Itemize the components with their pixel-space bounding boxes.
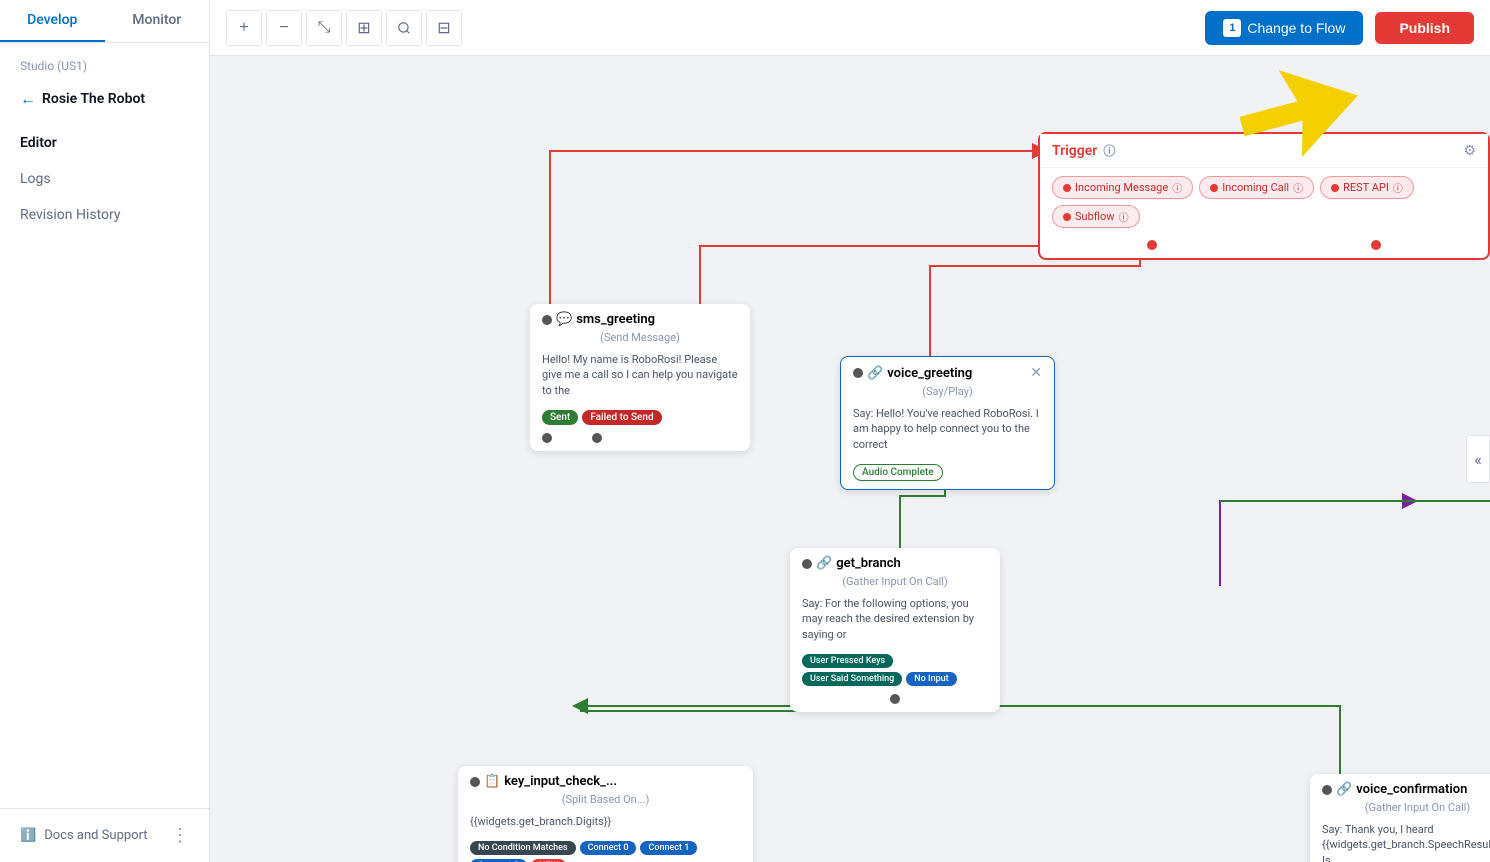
tag-sent: Sent <box>542 410 578 425</box>
voice-greeting-body: Say: Hello! You've reached RoboRosi. I a… <box>841 402 1054 460</box>
sidebar: Develop Monitor Studio (US1) ← Rosie The… <box>0 0 210 862</box>
circle-icon <box>1063 184 1071 192</box>
sidebar-footer: ℹ️ Docs and Support ⋮ <box>0 808 209 862</box>
add-button[interactable]: + <box>226 10 262 46</box>
footer-more-icon[interactable]: ⋮ <box>171 825 189 846</box>
table-button[interactable]: ⊟ <box>426 10 462 46</box>
trigger-tags: Incoming Message ⓘ Incoming Call ⓘ REST … <box>1040 168 1488 236</box>
sidebar-nav: Editor Logs Revision History <box>0 117 209 808</box>
tag-user-said-something: User Said Something <box>802 672 902 686</box>
get-branch-body: Say: For the following options, you may … <box>790 592 1000 650</box>
sms-greeting-title: sms_greeting <box>576 312 655 327</box>
change-to-flow-label: Change to Flow <box>1247 20 1345 36</box>
toolbar: + − ⤡ ⊞ ⊟ 1 Change to Flow Publish <box>210 0 1490 56</box>
voice-greeting-title: voice_greeting <box>887 366 972 381</box>
info-icon: ℹ️ <box>20 828 36 843</box>
key-input-icon: 📋 <box>484 774 500 789</box>
tag-connect-1: Connect 1 <box>640 841 697 855</box>
minus-button[interactable]: − <box>266 10 302 46</box>
trigger-node-title: Trigger ⓘ <box>1052 142 1115 159</box>
voice-greeting-icon: 🔗 <box>867 366 883 381</box>
trigger-tag-rest-api[interactable]: REST API ⓘ <box>1320 176 1414 199</box>
key-input-title: key_input_check_... <box>504 774 617 789</box>
canvas[interactable]: Trigger ⓘ ⚙ Incoming Message ⓘ Incoming … <box>210 56 1490 862</box>
voice-confirm-subtype: (Gather Input On Call) <box>1310 801 1490 818</box>
circle-icon-3 <box>1331 184 1339 192</box>
voice-greeting-subtype: (Say/Play) <box>841 385 1054 402</box>
sms-greeting-icon: 💬 <box>556 312 572 327</box>
yellow-arrow-decoration <box>1240 66 1360 160</box>
help-icon-2: ⓘ <box>1293 180 1303 195</box>
tag-audio-complete: Audio Complete <box>853 464 943 481</box>
app-container: Develop Monitor Studio (US1) ← Rosie The… <box>0 0 1490 862</box>
trigger-help-icon: ⓘ <box>1103 142 1115 159</box>
get-branch-title: get_branch <box>836 556 901 571</box>
key-input-body: {{widgets.get_branch.Digits}} <box>458 810 753 837</box>
trigger-tag-subflow[interactable]: Subflow ⓘ <box>1052 205 1140 228</box>
trigger-settings-icon[interactable]: ⚙ <box>1463 143 1476 159</box>
change-to-flow-button[interactable]: 1 Change to Flow <box>1205 11 1363 45</box>
docs-support-label: Docs and Support <box>44 828 147 843</box>
search-button[interactable] <box>386 10 422 46</box>
trigger-label: Trigger <box>1052 143 1097 159</box>
chevron-left-icon: « <box>1474 450 1482 469</box>
tab-monitor[interactable]: Monitor <box>105 0 210 42</box>
sms-greeting-subtype: (Send Message) <box>530 331 750 348</box>
grid-button[interactable]: ⊞ <box>346 10 382 46</box>
publish-button[interactable]: Publish <box>1375 12 1474 44</box>
get-branch-icon: 🔗 <box>816 556 832 571</box>
tab-develop[interactable]: Develop <box>0 0 105 42</box>
circle-icon-4 <box>1063 213 1071 221</box>
trigger-tag-incoming-call[interactable]: Incoming Call ⓘ <box>1199 176 1314 199</box>
collapse-sidebar-button[interactable]: « <box>1466 435 1490 483</box>
tag-no-condition: No Condition Matches <box>470 841 576 855</box>
voice-greeting-node[interactable]: 🔗 voice_greeting ✕ (Say/Play) Say: Hello… <box>840 356 1055 490</box>
fit-button[interactable]: ⤡ <box>306 10 342 46</box>
change-to-flow-badge: 1 <box>1223 19 1241 37</box>
voice-greeting-tags: Audio Complete <box>841 460 1054 489</box>
get-branch-subtype: (Gather Input On Call) <box>790 575 1000 592</box>
back-arrow-icon: ← <box>20 89 36 109</box>
get-branch-tags: User Pressed Keys User Said Something No… <box>790 650 1000 694</box>
tag-user-pressed-keys: User Pressed Keys <box>802 654 893 668</box>
key-input-check-node[interactable]: 📋 key_input_check_... (Split Based On...… <box>458 766 753 862</box>
sidebar-item-revision-history[interactable]: Revision History <box>0 197 209 233</box>
voice-confirm-title: voice_confirmation <box>1356 782 1467 797</box>
key-input-subtype: (Split Based On...) <box>458 793 753 810</box>
help-icon-4: ⓘ <box>1119 209 1129 224</box>
voice-confirmation-node[interactable]: 🔗 voice_confirmation (Gather Input On Ca… <box>1310 774 1490 862</box>
tag-failed-to-send: Failed to Send <box>582 410 661 425</box>
sidebar-tabs: Develop Monitor <box>0 0 209 43</box>
back-button[interactable]: ← Rosie The Robot <box>0 81 209 117</box>
breadcrumb: Studio (US1) <box>0 43 209 81</box>
tag-connect-0: Connect 0 <box>580 841 637 855</box>
sidebar-item-logs[interactable]: Logs <box>0 161 209 197</box>
sidebar-item-editor[interactable]: Editor <box>0 125 209 161</box>
help-icon: ⓘ <box>1172 180 1182 195</box>
sms-greeting-tags: Sent Failed to Send <box>530 406 750 433</box>
key-input-tags: No Condition Matches Connect 0 Connect 1… <box>458 837 753 862</box>
sms-greeting-node[interactable]: 💬 sms_greeting (Send Message) Hello! My … <box>530 304 750 451</box>
tag-no-input: No Input <box>906 672 956 686</box>
help-icon-3: ⓘ <box>1393 180 1403 195</box>
voice-confirm-icon: 🔗 <box>1336 782 1352 797</box>
circle-icon-2 <box>1210 184 1218 192</box>
voice-greeting-close-icon[interactable]: ✕ <box>1030 365 1042 381</box>
main-area: + − ⤡ ⊞ ⊟ 1 Change to Flow Publish <box>210 0 1490 862</box>
trigger-tag-incoming-message[interactable]: Incoming Message ⓘ <box>1052 176 1193 199</box>
voice-confirm-body: Say: Thank you, I heard {{widgets.get_br… <box>1310 818 1490 862</box>
docs-support-link[interactable]: ℹ️ Docs and Support <box>20 828 148 843</box>
project-name: Rosie The Robot <box>42 91 145 107</box>
sms-greeting-body: Hello! My name is RoboRosi! Please give … <box>530 348 750 406</box>
get-branch-node[interactable]: 🔗 get_branch (Gather Input On Call) Say:… <box>790 548 1000 712</box>
